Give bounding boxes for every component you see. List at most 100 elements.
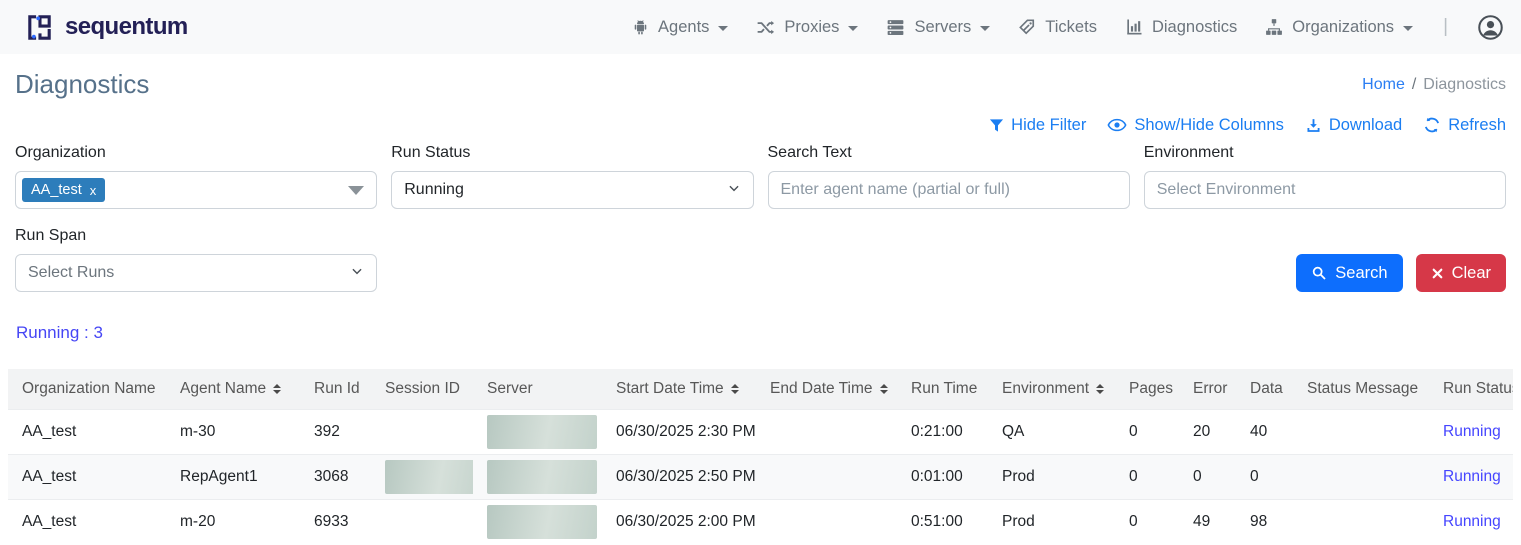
table-row: AA_test RepAgent1 3068 06/30/2025 2:50 P… — [8, 455, 1513, 500]
col-agent-name[interactable]: Agent Name — [166, 369, 300, 410]
nav-item-agents[interactable]: Agents — [631, 18, 728, 37]
cell-start-date: 06/30/2025 2:00 PM — [602, 500, 756, 545]
nav-item-proxies[interactable]: Proxies — [755, 17, 858, 38]
sort-icon — [1096, 384, 1104, 394]
user-avatar-icon[interactable] — [1476, 13, 1505, 42]
clear-button[interactable]: Clear — [1416, 254, 1506, 292]
server-icon — [885, 17, 906, 38]
col-end-date-time[interactable]: End Date Time — [756, 369, 897, 410]
breadcrumb: Home / Diagnostics — [1362, 76, 1506, 94]
organization-field: Organization AA_test x — [15, 144, 377, 209]
cell-run-time: 0:21:00 — [897, 410, 988, 455]
col-status-message: Status Message — [1293, 369, 1429, 410]
cell-data: 40 — [1236, 410, 1293, 455]
search-text-label: Search Text — [768, 144, 1130, 162]
organization-tag[interactable]: AA_test x — [22, 178, 105, 202]
search-button[interactable]: Search — [1296, 254, 1402, 292]
cell-end-date — [756, 500, 897, 545]
chevron-down-icon — [980, 26, 990, 31]
nav-item-label: Agents — [658, 18, 709, 37]
cell-end-date — [756, 455, 897, 500]
col-session-id: Session ID — [371, 369, 473, 410]
refresh-icon — [1423, 116, 1441, 134]
cell-server — [473, 500, 602, 545]
nav-divider: | — [1443, 16, 1448, 38]
run-status-link[interactable]: Running — [1443, 513, 1501, 530]
breadcrumb-home-link[interactable]: Home — [1362, 76, 1405, 94]
run-status-link[interactable]: Running — [1443, 468, 1501, 485]
run-status-link[interactable]: Running — [1443, 423, 1501, 440]
hide-filter-link[interactable]: Hide Filter — [989, 116, 1086, 135]
search-text-input[interactable] — [768, 171, 1130, 209]
run-status-select[interactable]: Running — [391, 171, 753, 209]
cell-error: 49 — [1179, 500, 1236, 545]
environment-input[interactable] — [1144, 171, 1506, 209]
download-label: Download — [1329, 116, 1402, 135]
cell-server — [473, 410, 602, 455]
cell-error: 20 — [1179, 410, 1236, 455]
dropdown-arrow-icon — [348, 186, 364, 195]
organization-multiselect[interactable]: AA_test x — [15, 171, 377, 209]
filter-panel: Organization AA_test x Run Status Runnin… — [15, 144, 1506, 292]
search-button-label: Search — [1335, 264, 1387, 283]
show-hide-columns-label: Show/Hide Columns — [1134, 116, 1283, 135]
col-error: Error — [1179, 369, 1236, 410]
col-run-status: Run Status — [1429, 369, 1513, 410]
chevron-down-icon — [1403, 26, 1413, 31]
cell-environment: QA — [988, 410, 1115, 455]
nav-item-organizations[interactable]: Organizations — [1264, 17, 1413, 37]
cell-run-time: 0:01:00 — [897, 455, 988, 500]
running-count-summary: Running : 3 — [15, 323, 1506, 343]
nav-item-label: Tickets — [1045, 18, 1097, 37]
cell-session-id — [371, 500, 473, 545]
col-data: Data — [1236, 369, 1293, 410]
sort-icon — [880, 384, 888, 394]
cell-status-message — [1293, 455, 1429, 500]
table-header-row: Organization Name Agent Name Run Id Sess… — [8, 369, 1513, 410]
page-title: Diagnostics — [15, 69, 149, 100]
col-start-date-time[interactable]: Start Date Time — [602, 369, 756, 410]
page-header: Diagnostics Home / Diagnostics — [15, 69, 1506, 100]
android-icon — [631, 18, 650, 37]
brand-logo[interactable]: sequentum — [24, 12, 188, 43]
results-table: Organization Name Agent Name Run Id Sess… — [8, 369, 1513, 544]
breadcrumb-separator: / — [1412, 76, 1416, 94]
cell-agent-name: m-20 — [166, 500, 300, 545]
nav-item-label: Diagnostics — [1152, 18, 1237, 37]
eye-icon — [1107, 115, 1127, 135]
filter-icon — [989, 118, 1004, 133]
cell-start-date: 06/30/2025 2:30 PM — [602, 410, 756, 455]
col-run-id: Run Id — [300, 369, 371, 410]
col-server: Server — [473, 369, 602, 410]
col-environment[interactable]: Environment — [988, 369, 1115, 410]
nav-item-diagnostics[interactable]: Diagnostics — [1124, 17, 1237, 37]
breadcrumb-current: Diagnostics — [1423, 76, 1506, 94]
sort-icon — [273, 384, 281, 394]
nav-item-label: Proxies — [784, 18, 839, 37]
cell-organization: AA_test — [8, 500, 166, 545]
download-link[interactable]: Download — [1305, 116, 1402, 135]
show-hide-columns-link[interactable]: Show/Hide Columns — [1107, 115, 1283, 135]
redacted-server-value — [487, 415, 597, 449]
tag-remove-icon[interactable]: x — [90, 183, 97, 198]
search-icon — [1311, 265, 1327, 281]
top-navbar: sequentum Agents — [0, 0, 1521, 54]
cell-run-status: Running — [1429, 500, 1513, 545]
chevron-down-icon — [727, 181, 741, 200]
refresh-link[interactable]: Refresh — [1423, 116, 1506, 135]
cell-pages: 0 — [1115, 500, 1179, 545]
cell-organization: AA_test — [8, 410, 166, 455]
organization-tag-label: AA_test — [31, 182, 82, 198]
nav-item-servers[interactable]: Servers — [885, 17, 990, 38]
cell-server — [473, 455, 602, 500]
table-row: AA_test m-20 6933 06/30/2025 2:00 PM 0:5… — [8, 500, 1513, 545]
clear-button-label: Clear — [1452, 264, 1491, 283]
cell-status-message — [1293, 500, 1429, 545]
run-status-field: Run Status Running — [391, 144, 753, 209]
cell-environment: Prod — [988, 455, 1115, 500]
environment-field: Environment — [1144, 144, 1506, 209]
search-text-field: Search Text — [768, 144, 1130, 209]
run-span-select[interactable]: Select Runs — [15, 254, 377, 292]
cell-run-id: 3068 — [300, 455, 371, 500]
nav-item-tickets[interactable]: Tickets — [1017, 17, 1097, 37]
